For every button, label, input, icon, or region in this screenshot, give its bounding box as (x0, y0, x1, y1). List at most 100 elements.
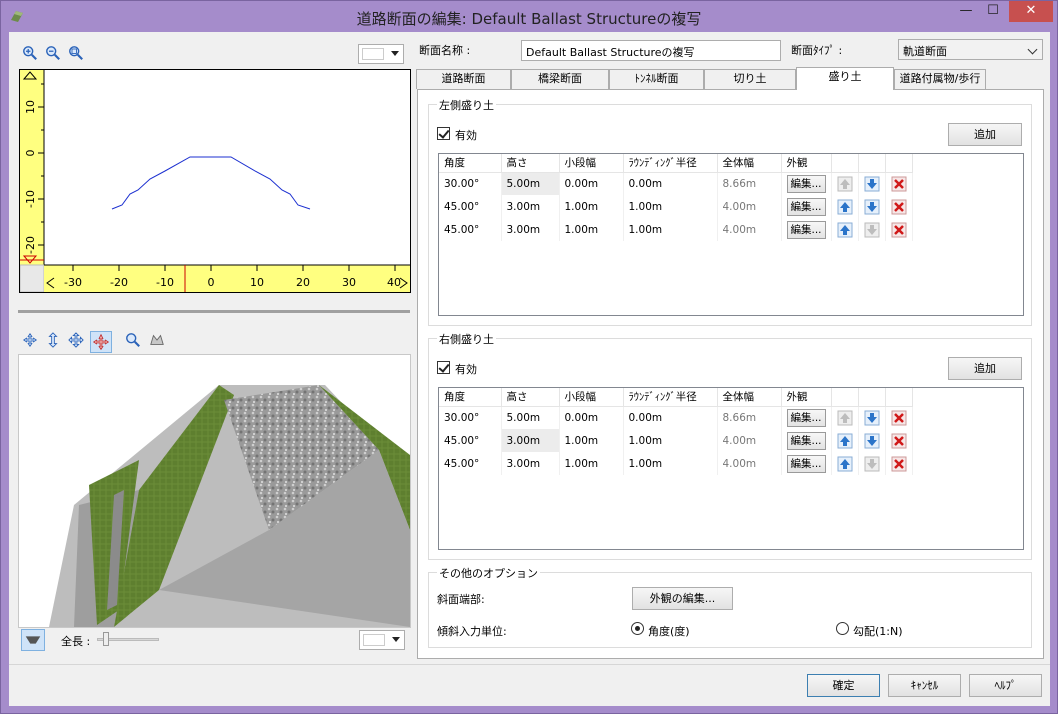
maximize-button[interactable]: ☐ (978, 1, 1008, 22)
tab-fill[interactable]: 盛り土 (796, 67, 894, 90)
cell-angle[interactable]: 45.00° (439, 429, 502, 452)
perspective-icon[interactable] (148, 331, 166, 349)
fill-tab-page: 左側盛り土 有効 追加 角度 高さ 小段幅 ﾗｳﾝﾃﾞｨﾝｸﾞ半径 全体幅 外観 (417, 89, 1044, 659)
move-up-icon[interactable] (837, 433, 853, 449)
table-row[interactable]: 45.00° 3.00m 1.00m 1.00m 4.00m 編集... (439, 429, 913, 452)
table-row[interactable]: 45.00° 3.00m 1.00m 1.00m 4.00m 編集... (439, 195, 913, 218)
move-vertical-icon[interactable] (44, 331, 62, 349)
right-add-button[interactable]: 追加 (948, 357, 1022, 380)
move-up-icon[interactable] (837, 456, 853, 472)
cell-bench[interactable]: 1.00m (559, 452, 624, 475)
table-row[interactable]: 45.00° 3.00m 1.00m 1.00m 4.00m 編集... (439, 218, 913, 241)
cell-bench[interactable]: 0.00m (559, 172, 624, 195)
col-appearance: 外観 (781, 388, 832, 407)
section-type-select[interactable]: 軌道断面 (898, 39, 1043, 60)
move-up-disabled-icon (837, 176, 853, 192)
move-down-icon[interactable] (864, 410, 880, 426)
cell-angle[interactable]: 30.00° (439, 406, 502, 429)
splitter[interactable] (18, 310, 410, 313)
cell-angle[interactable]: 45.00° (439, 218, 502, 241)
cell-height[interactable]: 3.00m (501, 218, 560, 241)
move-down-icon[interactable] (864, 176, 880, 192)
table-row[interactable]: 30.00° 5.00m 0.00m 0.00m 8.66m 編集... (439, 172, 913, 195)
zoom-in-icon[interactable] (21, 44, 39, 62)
delete-icon[interactable] (891, 176, 907, 192)
view-3d[interactable] (18, 354, 411, 628)
move-down-icon[interactable] (864, 199, 880, 215)
profile-2d-panel: 10 0 -10 -20 -30 -20 -10 0 10 20 30 40 (9, 32, 414, 314)
edit-appearance-main-button[interactable]: 外観の編集... (632, 587, 733, 610)
profile-plot[interactable]: 10 0 -10 -20 -30 -20 -10 0 10 20 30 40 (19, 69, 411, 293)
move-up-icon[interactable] (837, 222, 853, 238)
pan-icon[interactable] (67, 331, 85, 349)
cell-angle[interactable]: 30.00° (439, 172, 502, 195)
cell-radius[interactable]: 0.00m (623, 172, 718, 195)
left-enabled-checkbox[interactable] (437, 127, 450, 140)
cell-bench[interactable]: 1.00m (559, 218, 624, 241)
x-tick-label: 0 (208, 276, 215, 289)
delete-icon[interactable] (891, 433, 907, 449)
edit-appearance-button[interactable]: 編集... (786, 408, 826, 427)
cell-radius[interactable]: 1.00m (623, 195, 718, 218)
length-slider-thumb[interactable] (103, 632, 109, 646)
color-swatch (362, 48, 384, 60)
cell-bench[interactable]: 1.00m (559, 429, 624, 452)
ok-button[interactable]: 確定 (807, 674, 880, 697)
cell-bench[interactable]: 0.00m (559, 406, 624, 429)
right-fill-group: 右側盛り土 有効 追加 角度 高さ 小段幅 ﾗｳﾝﾃﾞｨﾝｸﾞ半径 全体幅 外観 (428, 331, 1032, 560)
tab-road-accessories[interactable]: 道路付属物/歩行 (894, 69, 986, 89)
tab-tunnel-section[interactable]: ﾄﾝﾈﾙ断面 (609, 69, 704, 89)
move-down-icon[interactable] (864, 433, 880, 449)
delete-icon[interactable] (891, 222, 907, 238)
tab-cut[interactable]: 切り土 (704, 69, 796, 89)
cell-radius[interactable]: 1.00m (623, 429, 718, 452)
delete-icon[interactable] (891, 199, 907, 215)
cell-radius[interactable]: 1.00m (623, 218, 718, 241)
edit-appearance-button[interactable]: 編集... (786, 454, 826, 473)
vertical-ruler (20, 70, 44, 265)
edit-appearance-button[interactable]: 編集... (786, 431, 826, 450)
zoom-fit-icon[interactable] (67, 44, 85, 62)
section-name-input[interactable]: Default Ballast Structureの複写 (521, 40, 781, 61)
cell-height[interactable]: 3.00m (501, 195, 560, 218)
cell-radius[interactable]: 0.00m (623, 406, 718, 429)
edit-appearance-button[interactable]: 編集... (786, 220, 826, 239)
left-add-button[interactable]: 追加 (948, 123, 1022, 146)
cell-height[interactable]: 3.00m (501, 429, 560, 452)
rotate-icon[interactable] (21, 331, 39, 349)
cell-height[interactable]: 5.00m (501, 172, 560, 195)
help-button[interactable]: ﾍﾙﾌﾟ (969, 674, 1042, 697)
zoom-out-icon[interactable] (44, 44, 62, 62)
x-tick-label: -10 (156, 276, 174, 289)
delete-icon[interactable] (891, 410, 907, 426)
zoom-icon[interactable] (124, 331, 142, 349)
edit-appearance-button[interactable]: 編集... (786, 197, 826, 216)
table-row[interactable]: 45.00° 3.00m 1.00m 1.00m 4.00m 編集... (439, 452, 913, 475)
x-tick-label: 40 (387, 276, 401, 289)
tab-bridge-section[interactable]: 橋梁断面 (511, 69, 609, 89)
orbit-icon[interactable] (90, 331, 112, 353)
right-enabled-checkbox[interactable] (437, 361, 450, 374)
edit-appearance-button[interactable]: 編集... (786, 174, 826, 193)
col-height: 高さ (501, 154, 560, 173)
x-tick-label: -20 (110, 276, 128, 289)
cell-bench[interactable]: 1.00m (559, 195, 624, 218)
table-row[interactable]: 30.00° 5.00m 0.00m 0.00m 8.66m 編集... (439, 406, 913, 429)
cancel-button[interactable]: ｷｬﾝｾﾙ (888, 674, 961, 697)
move-up-icon[interactable] (837, 199, 853, 215)
angle-degree-radio[interactable] (631, 622, 644, 635)
cell-angle[interactable]: 45.00° (439, 195, 502, 218)
view-mode-icon[interactable] (21, 629, 45, 651)
view-color-combo[interactable] (359, 630, 405, 650)
cell-height[interactable]: 5.00m (501, 406, 560, 429)
cell-radius[interactable]: 1.00m (623, 452, 718, 475)
cell-angle[interactable]: 45.00° (439, 452, 502, 475)
delete-icon[interactable] (891, 456, 907, 472)
gradient-radio[interactable] (836, 622, 849, 635)
cell-height[interactable]: 3.00m (501, 452, 560, 475)
close-button[interactable]: ✕ (1009, 1, 1053, 22)
col-rounding-radius: ﾗｳﾝﾃﾞｨﾝｸﾞ半径 (623, 154, 718, 173)
left-enabled-label: 有効 (455, 129, 477, 142)
background-color-combo[interactable] (358, 44, 404, 64)
tab-road-section[interactable]: 道路断面 (416, 69, 511, 89)
